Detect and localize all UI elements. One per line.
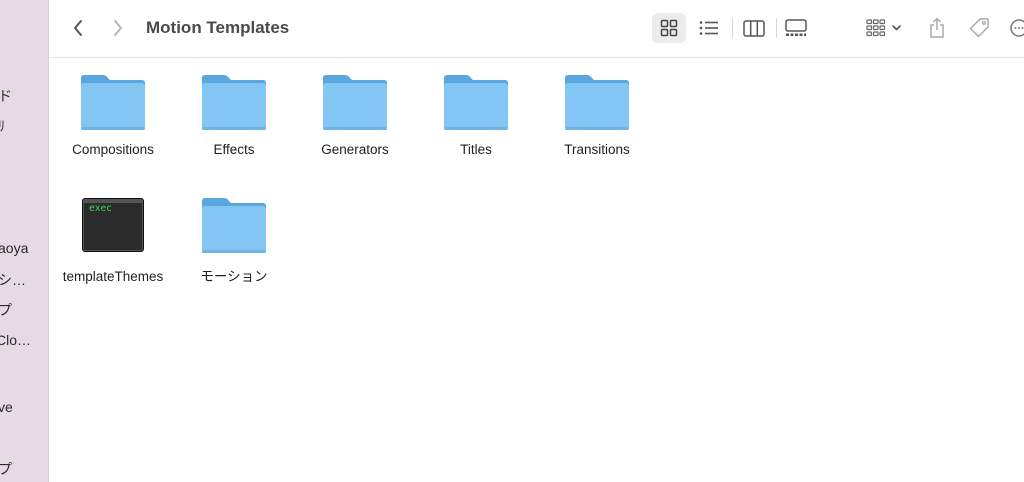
folder-item[interactable]: Effects	[179, 72, 289, 157]
sidebar-item[interactable]: プ	[0, 459, 12, 479]
folder-item[interactable]: モーション	[179, 195, 289, 285]
group-by-button[interactable]	[864, 13, 908, 43]
sidebar: ド ﾘ aoya シ… プ Clo… ve プ	[0, 0, 49, 482]
sidebar-item[interactable]: ド	[0, 86, 12, 106]
folder-icon	[202, 75, 266, 130]
toolbar: Motion Templates	[49, 0, 1024, 58]
folder-icon	[81, 75, 145, 130]
icon-view-button[interactable]	[652, 13, 686, 43]
file-name: Generators	[321, 142, 389, 157]
sidebar-item[interactable]: ve	[0, 399, 13, 415]
folder-icon	[565, 75, 629, 130]
sidebar-item[interactable]: シ…	[0, 270, 26, 290]
file-name: モーション	[200, 269, 268, 284]
more-icon	[1010, 19, 1024, 37]
file-name: templateThemes	[62, 269, 164, 284]
tag-button[interactable]	[965, 13, 993, 43]
folder-icon	[444, 75, 508, 130]
chevron-right-icon	[114, 20, 122, 36]
folder-icon	[323, 75, 387, 130]
folder-item[interactable]: Generators	[300, 72, 410, 157]
exec-badge: exec	[89, 203, 112, 214]
sidebar-item[interactable]: プ	[0, 300, 12, 320]
back-button[interactable]	[66, 16, 90, 40]
column-view-button[interactable]	[737, 13, 771, 43]
folder-item[interactable]: Transitions	[542, 72, 652, 157]
file-name: Compositions	[72, 142, 154, 157]
file-name: Titles	[460, 142, 492, 157]
share-icon	[930, 17, 944, 38]
more-button[interactable]	[1009, 13, 1024, 43]
executable-item[interactable]: exec templateThemes	[58, 191, 168, 284]
terminal-exec-icon: exec	[82, 198, 144, 252]
folder-item[interactable]: Compositions	[58, 72, 168, 157]
forward-button[interactable]	[106, 16, 130, 40]
gallery-view-icon	[785, 19, 807, 36]
sidebar-item[interactable]: Clo…	[0, 332, 31, 348]
column-view-icon	[743, 19, 765, 37]
sidebar-item[interactable]: ﾘ	[0, 116, 5, 136]
tag-icon	[969, 18, 989, 38]
toolbar-separator	[776, 18, 777, 38]
folder-item[interactable]: Titles	[421, 72, 531, 157]
list-view-button[interactable]	[693, 13, 725, 43]
sidebar-item[interactable]: aoya	[0, 240, 28, 256]
grid-view-icon	[660, 19, 678, 37]
toolbar-separator	[732, 18, 733, 38]
share-button[interactable]	[923, 13, 951, 43]
gallery-view-button[interactable]	[779, 13, 813, 43]
list-view-icon	[699, 21, 718, 35]
chevron-left-icon	[74, 20, 82, 36]
group-by-icon	[866, 19, 901, 37]
window-title: Motion Templates	[146, 18, 290, 37]
folder-icon	[202, 198, 266, 253]
file-name: Effects	[213, 142, 255, 157]
file-grid: Compositions Effects Generators Titles T…	[49, 58, 1024, 482]
file-name: Transitions	[564, 142, 630, 157]
